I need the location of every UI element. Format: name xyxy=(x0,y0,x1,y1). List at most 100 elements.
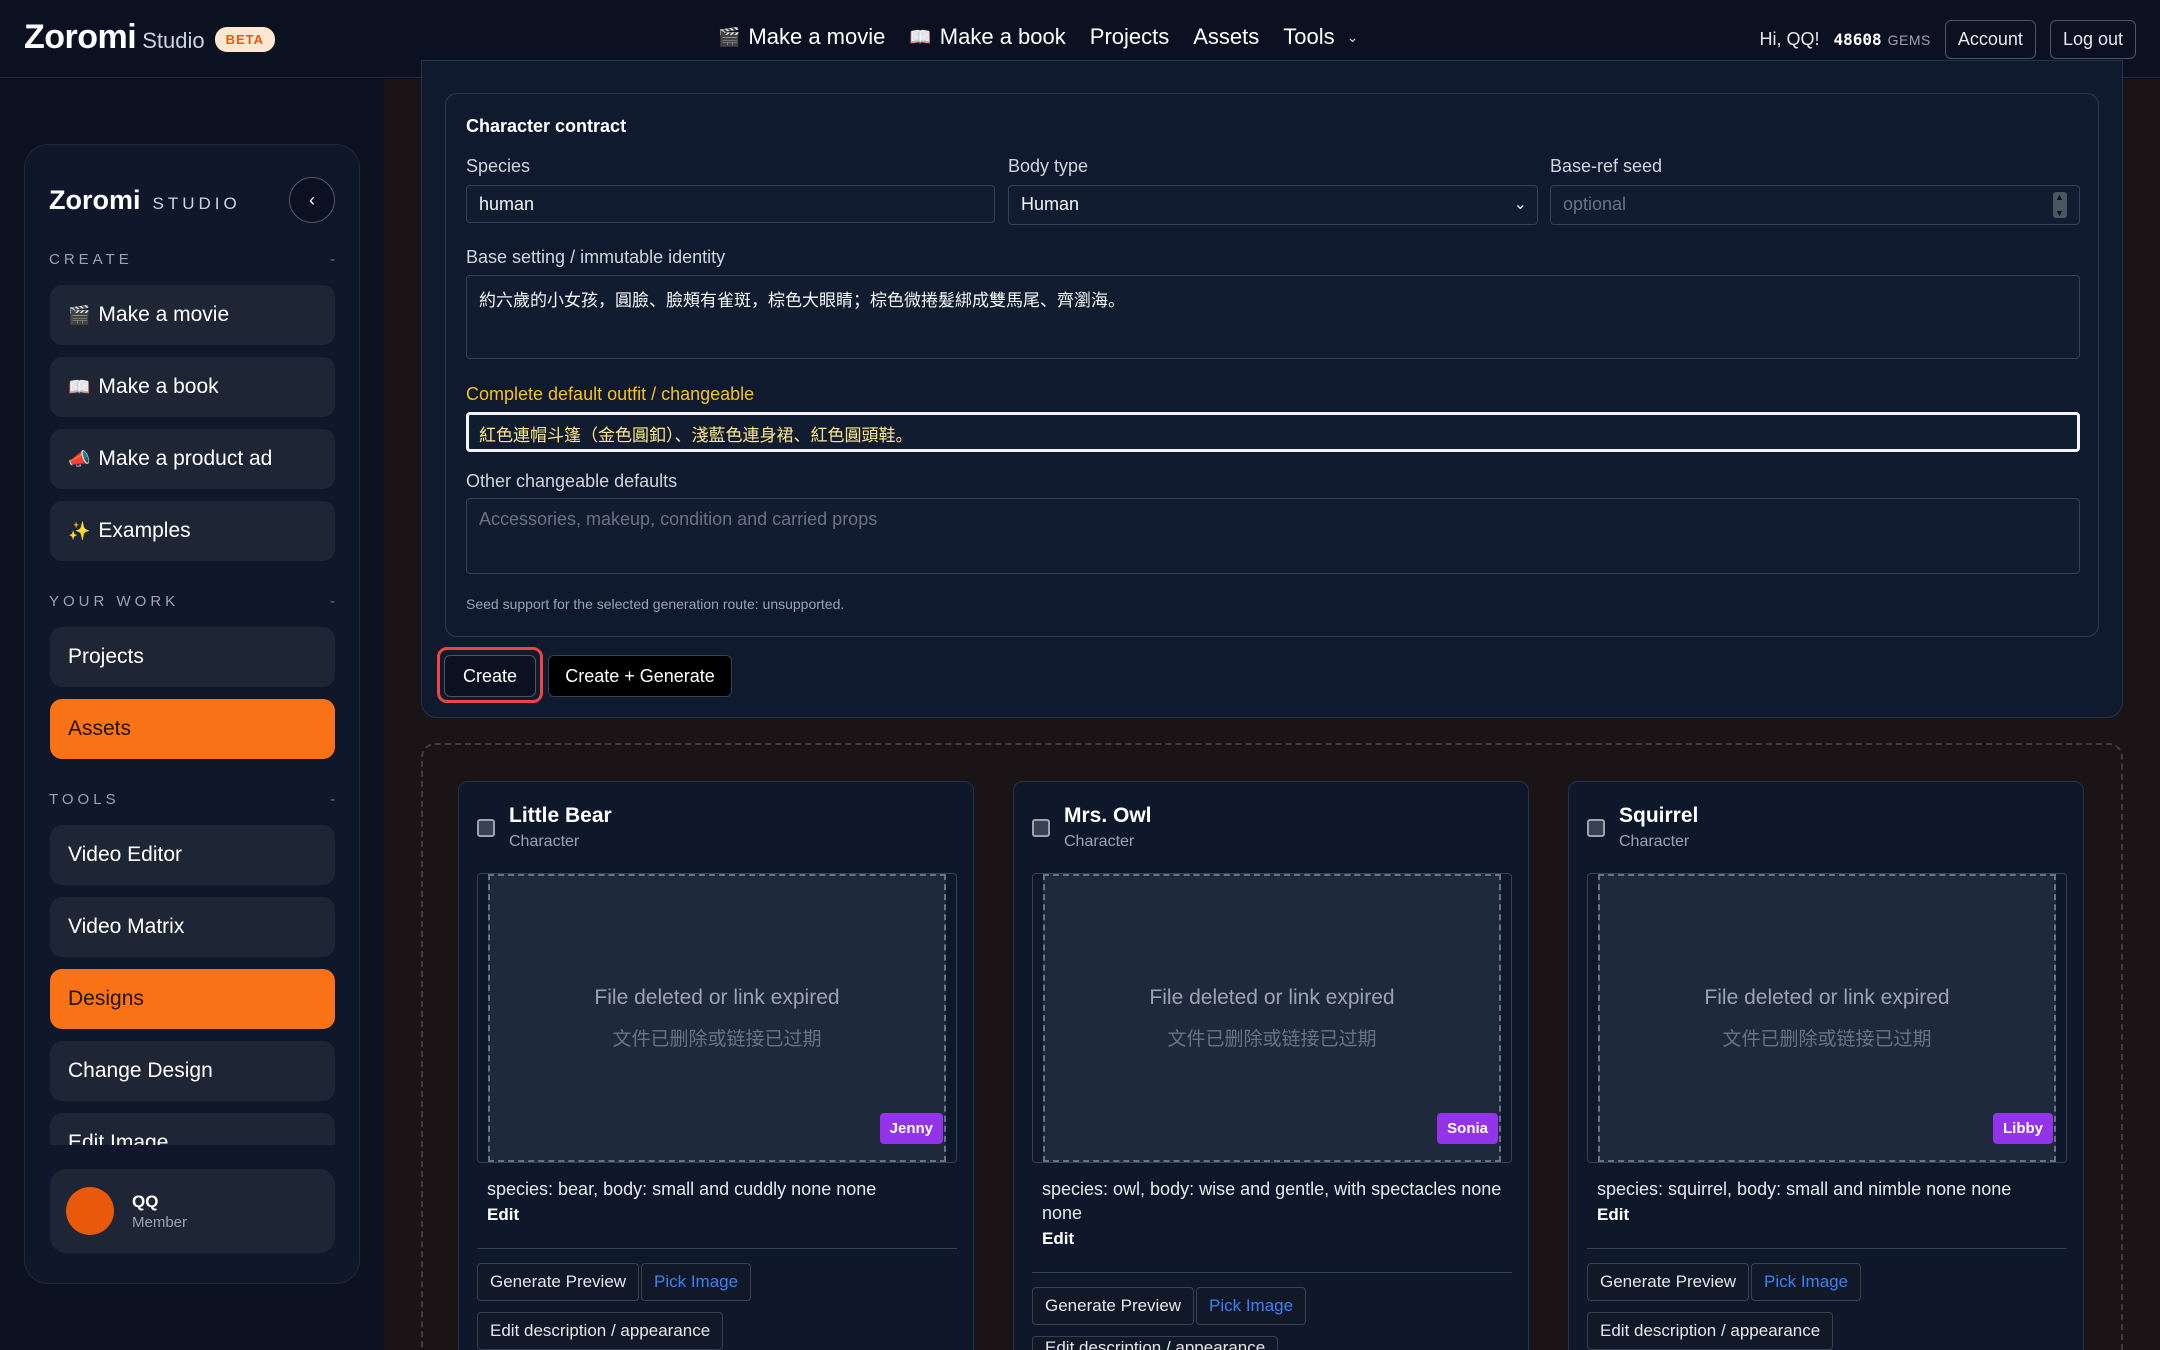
divider xyxy=(1587,1248,2067,1249)
nav-projects[interactable]: Projects xyxy=(1090,24,1169,50)
species-input[interactable]: human xyxy=(466,185,995,223)
voice-badge: Sonia xyxy=(1437,1113,1498,1144)
sidebar-item-make-book[interactable]: 📖 Make a book xyxy=(50,357,335,417)
top-nav: 🎬 Make a movie 📖 Make a book Projects As… xyxy=(718,24,1358,50)
section-collapse-your-work[interactable]: - xyxy=(330,593,335,610)
sidebar-item-projects[interactable]: Projects xyxy=(50,627,335,687)
description-text: species: owl, body: wise and gentle, wit… xyxy=(1042,1179,1502,1223)
account-button[interactable]: Account xyxy=(1944,20,2036,59)
sidebar: Zoromi STUDIO ‹ CREATE - 🎬 Make a movie … xyxy=(24,144,360,1284)
asset-card: Mrs. Owl Character File deleted or link … xyxy=(1013,781,1529,1350)
body-type-value: Human xyxy=(1021,194,1080,214)
sidebar-brand-name: Zoromi xyxy=(49,185,141,215)
divider xyxy=(1032,1272,1512,1273)
character-contract: Character contract Species human Body ty… xyxy=(445,93,2099,637)
missing-file-message: File deleted or link expired xyxy=(1149,985,1395,1009)
edit-link[interactable]: Edit xyxy=(1597,1203,2067,1227)
missing-file-message: File deleted or link expired xyxy=(594,985,840,1009)
voice-badge: Libby xyxy=(1993,1113,2053,1144)
select-checkbox[interactable] xyxy=(1587,819,1605,837)
section-collapse-create[interactable]: - xyxy=(330,251,335,268)
account-area: Hi, QQ! 48608 GEMS Account Log out xyxy=(1759,20,2136,59)
sparkles-icon: ✨ xyxy=(68,520,91,542)
sidebar-item-examples[interactable]: ✨ Examples xyxy=(50,501,335,561)
base-setting-textarea[interactable]: 約六歲的小女孩，圓臉、臉頰有雀斑，棕色大眼睛；棕色微捲髮綁成雙馬尾、齊瀏海。 xyxy=(466,275,2080,359)
other-defaults-label: Other changeable defaults xyxy=(466,471,678,491)
sidebar-item-video-matrix[interactable]: Video Matrix xyxy=(50,897,335,957)
generate-preview-button[interactable]: Generate Preview xyxy=(1032,1287,1195,1325)
logout-button[interactable]: Log out xyxy=(2049,20,2136,59)
megaphone-icon: 📣 xyxy=(68,448,91,470)
description-text: species: squirrel, body: small and nimbl… xyxy=(1597,1179,2012,1199)
chevron-left-icon: ‹ xyxy=(309,189,315,210)
body-type-label: Body type xyxy=(1008,156,1089,176)
brand-logo[interactable]: Zoromi Studio BETA xyxy=(24,18,276,57)
clapperboard-icon: 🎬 xyxy=(68,304,91,326)
create-generate-button[interactable]: Create + Generate xyxy=(548,655,732,697)
generate-preview-button[interactable]: Generate Preview xyxy=(1587,1263,1750,1301)
seed-input[interactable]: optional xyxy=(1550,185,2080,225)
collapse-sidebar-button[interactable]: ‹ xyxy=(289,177,335,223)
section-label-your-work: YOUR WORK xyxy=(49,593,180,610)
section-label-tools: TOOLS xyxy=(49,791,120,808)
user-name: QQ xyxy=(132,1191,159,1211)
nav-label: Make a book xyxy=(939,24,1066,49)
sidebar-item-make-movie[interactable]: 🎬 Make a movie xyxy=(50,285,335,345)
nav-make-movie[interactable]: 🎬 Make a movie xyxy=(718,24,885,50)
pick-image-button[interactable]: Pick Image xyxy=(1196,1287,1307,1325)
section-label-create: CREATE xyxy=(49,251,133,268)
pick-image-button[interactable]: Pick Image xyxy=(1751,1263,1862,1301)
sidebar-item-change-design[interactable]: Change Design xyxy=(50,1041,335,1101)
sidebar-item-designs[interactable]: Designs xyxy=(50,969,335,1029)
avatar xyxy=(66,1187,114,1235)
nav-tools[interactable]: Tools ⌄ xyxy=(1283,24,1358,50)
create-button[interactable]: Create xyxy=(444,655,536,697)
select-checkbox[interactable] xyxy=(477,819,495,837)
edit-description-button[interactable]: Edit description / appearance xyxy=(477,1312,724,1350)
nav-make-book[interactable]: 📖 Make a book xyxy=(909,24,1065,50)
sidebar-brand: Zoromi STUDIO xyxy=(49,185,241,216)
pick-image-button[interactable]: Pick Image xyxy=(641,1263,752,1301)
nav-assets[interactable]: Assets xyxy=(1193,24,1259,50)
other-defaults-textarea[interactable]: Accessories, makeup, condition and carri… xyxy=(466,498,2080,574)
generate-preview-button[interactable]: Generate Preview xyxy=(477,1263,640,1301)
asset-type: Character xyxy=(1619,833,1690,850)
edit-link[interactable]: Edit xyxy=(1042,1227,1512,1251)
sidebar-item-product-ad[interactable]: 📣 Make a product ad xyxy=(50,429,335,489)
image-placeholder: File deleted or link expired 文件已删除或链接已过期 xyxy=(1598,874,2056,1162)
missing-file-message-zh: 文件已删除或链接已过期 xyxy=(612,1027,822,1050)
edit-description-button[interactable]: Edit description / appearance xyxy=(1587,1312,1834,1350)
user-card[interactable]: QQ Member xyxy=(50,1169,335,1253)
asset-description: species: bear, body: small and cuddly no… xyxy=(487,1177,957,1227)
sidebar-brand-sub: STUDIO xyxy=(152,194,241,213)
contract-title: Character contract xyxy=(466,116,627,136)
missing-file-message: File deleted or link expired xyxy=(1704,985,1950,1009)
greeting: Hi, QQ! xyxy=(1759,29,1820,49)
asset-description: species: squirrel, body: small and nimbl… xyxy=(1597,1177,2067,1227)
asset-card: Little Bear Character File deleted or li… xyxy=(458,781,974,1350)
nav-label: Tools xyxy=(1283,24,1335,49)
section-collapse-tools[interactable]: - xyxy=(330,791,335,808)
clapperboard-icon: 🎬 xyxy=(718,26,741,48)
sidebar-item-label: Examples xyxy=(98,519,191,542)
sidebar-item-edit-image[interactable]: Edit Image xyxy=(50,1113,335,1145)
gems-count: 48608 xyxy=(1833,30,1882,49)
sidebar-item-video-editor[interactable]: Video Editor xyxy=(50,825,335,885)
voice-badge: Jenny xyxy=(879,1113,943,1144)
image-placeholder: File deleted or link expired 文件已删除或链接已过期 xyxy=(488,874,946,1162)
description-text: species: bear, body: small and cuddly no… xyxy=(487,1179,877,1199)
sidebar-item-assets[interactable]: Assets xyxy=(50,699,335,759)
beta-badge: BETA xyxy=(214,27,276,52)
body-type-select[interactable]: Human ⌄ xyxy=(1008,185,1538,225)
asset-description: species: owl, body: wise and gentle, wit… xyxy=(1042,1177,1512,1251)
edit-link[interactable]: Edit xyxy=(487,1203,957,1227)
asset-name: Squirrel xyxy=(1619,804,1699,827)
number-spinner-icon[interactable] xyxy=(2053,192,2067,218)
brand-subtitle: Studio xyxy=(142,28,205,53)
book-icon: 📖 xyxy=(909,26,932,48)
missing-file-message-zh: 文件已删除或链接已过期 xyxy=(1722,1027,1932,1050)
base-setting-label: Base setting / immutable identity xyxy=(466,247,726,267)
outfit-input[interactable]: 紅色連帽斗篷（金色圓釦）、淺藍色連身裙、紅色圓頭鞋。 xyxy=(466,412,2080,452)
select-checkbox[interactable] xyxy=(1032,819,1050,837)
edit-description-button[interactable]: Edit description / appearance xyxy=(1032,1336,1279,1350)
